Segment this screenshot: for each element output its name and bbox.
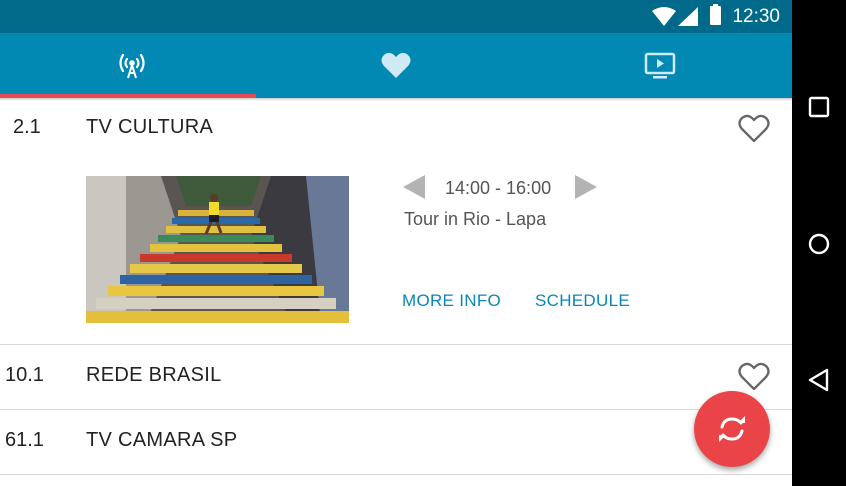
channel-name: REDE BRASIL (86, 364, 222, 386)
tab-shadow (0, 98, 792, 101)
channel-number: 2.1 (13, 116, 41, 138)
channel-number: 61.1 (5, 429, 44, 451)
more-info-button[interactable]: MORE INFO (402, 291, 501, 311)
program-thumbnail[interactable] (86, 176, 349, 323)
antenna-icon (119, 53, 145, 78)
channel-number: 10.1 (5, 364, 44, 386)
app-window: 12:30 2.1 TV CULTURA 14:00 - 16:00 Tour … (0, 0, 792, 486)
status-time: 12:30 (732, 6, 780, 27)
next-program-arrow-icon[interactable] (575, 175, 597, 199)
program-time: 14:00 - 16:00 (445, 178, 552, 198)
staircase-photo (86, 176, 349, 323)
tab-live[interactable] (0, 33, 264, 98)
tab-bar (0, 33, 792, 98)
refresh-fab-button[interactable] (694, 391, 770, 467)
signal-icon (678, 7, 698, 26)
system-nav-bar (792, 0, 846, 486)
recents-icon[interactable] (805, 93, 833, 121)
schedule-button[interactable]: SCHEDULE (535, 291, 630, 311)
program-title: Tour in Rio - Lapa (404, 209, 547, 229)
favorite-heart-outline-icon[interactable] (737, 362, 771, 392)
home-icon[interactable] (805, 230, 833, 258)
tv-play-icon (644, 52, 676, 78)
battery-icon (710, 4, 721, 25)
channel-name: TV CAMARA SP (86, 429, 238, 451)
tab-favorites[interactable] (264, 33, 528, 98)
status-bar: 12:30 (0, 0, 792, 33)
back-icon[interactable] (805, 366, 833, 394)
divider (0, 409, 792, 410)
divider (0, 344, 792, 345)
heart-icon (381, 52, 411, 78)
channel-name: TV CULTURA (86, 116, 214, 138)
previous-program-arrow-icon[interactable] (403, 175, 425, 199)
tab-recordings[interactable] (528, 33, 792, 98)
divider (0, 474, 792, 475)
refresh-icon (719, 416, 745, 442)
favorite-heart-outline-icon[interactable] (737, 114, 771, 144)
wifi-icon (652, 7, 676, 26)
